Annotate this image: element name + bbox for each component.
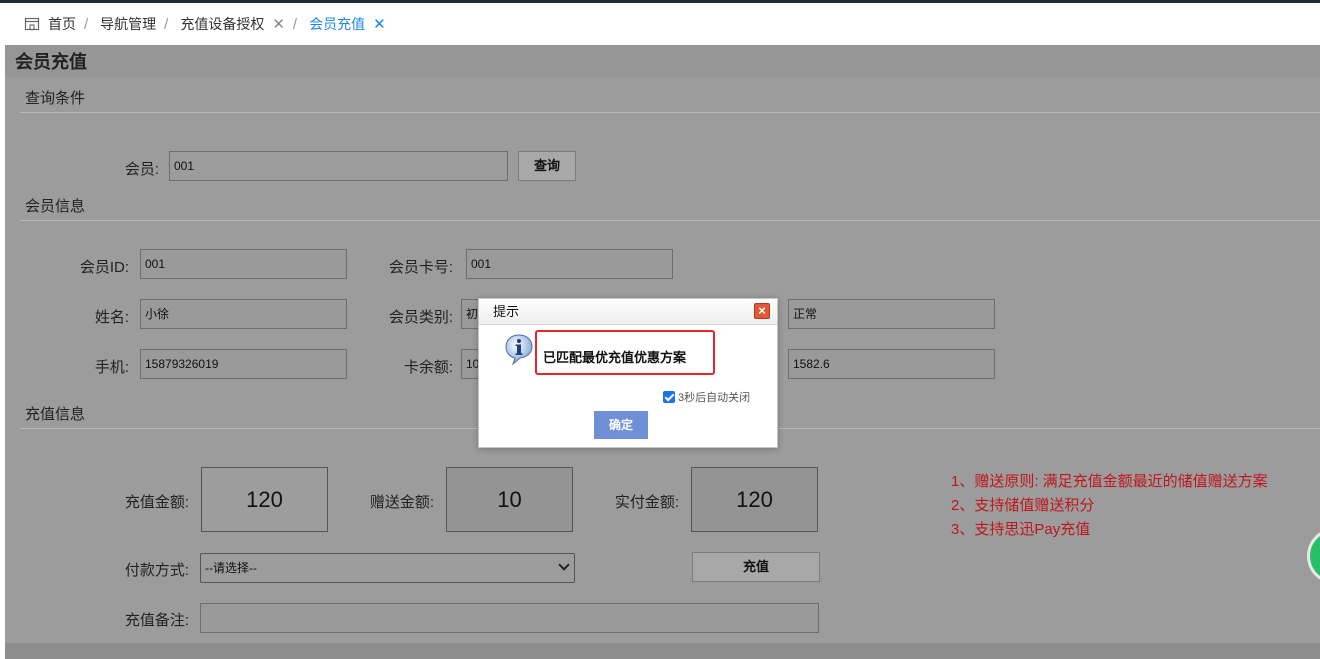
- breadcrumb-separator: /: [292, 15, 298, 33]
- breadcrumb-nav-management[interactable]: 导航管理: [100, 14, 156, 34]
- close-icon[interactable]: ✕: [272, 15, 285, 33]
- bonus-amount-label: 赠送金额:: [369, 494, 434, 511]
- breadcrumb-device-auth[interactable]: 充值设备授权 ✕: [180, 14, 285, 34]
- home-icon[interactable]: [24, 16, 40, 32]
- recharge-button[interactable]: 充值: [692, 552, 820, 582]
- member-card-field[interactable]: 001: [466, 249, 673, 279]
- breadcrumb-separator: /: [84, 15, 89, 33]
- divider: [20, 220, 1320, 221]
- recharge-amount-input[interactable]: 120: [201, 467, 328, 532]
- breadcrumb-device-auth-label[interactable]: 充值设备授权: [180, 14, 264, 34]
- payment-method-selected: --请选择--: [205, 561, 257, 575]
- chevron-down-icon: [558, 559, 570, 571]
- breadcrumb: 首页 / 导航管理 / 充值设备授权 ✕ / 会员充值 ✕: [0, 3, 1320, 45]
- section-recharge-heading: 充值信息: [25, 406, 86, 423]
- dialog-header: 提示 ×: [479, 299, 777, 325]
- member-id-field[interactable]: 001: [140, 249, 347, 279]
- highlight-annotation: [535, 330, 715, 375]
- auto-close-checkbox[interactable]: [663, 391, 675, 403]
- name-field[interactable]: 小徐: [140, 299, 347, 329]
- note-line-1: 1、赠送原则: 满足充值金额最近的储值赠送方案: [951, 473, 1268, 490]
- info-icon: [505, 334, 533, 365]
- dialog-title: 提示: [493, 304, 520, 319]
- breadcrumb-member-recharge[interactable]: 会员充值 ✕: [309, 14, 386, 34]
- member-status-field[interactable]: 正常: [788, 299, 995, 329]
- close-icon[interactable]: ×: [754, 303, 770, 319]
- member-id-label: 会员ID:: [79, 259, 129, 276]
- member-type-label: 会员类别:: [388, 309, 453, 326]
- recharge-remark-input[interactable]: [200, 603, 819, 633]
- member-card-label: 会员卡号:: [388, 259, 453, 276]
- section-member-info-heading: 会员信息: [25, 198, 86, 215]
- breadcrumb-member-recharge-label[interactable]: 会员充值: [309, 14, 365, 34]
- payment-method-select[interactable]: --请选择--: [200, 553, 575, 583]
- paid-amount-label: 实付金额:: [614, 494, 679, 511]
- points-field[interactable]: 1582.6: [788, 349, 995, 379]
- ok-button[interactable]: 确定: [594, 411, 648, 439]
- note-line-2: 2、支持储值赠送积分: [951, 497, 1095, 514]
- breadcrumb-separator: /: [164, 15, 169, 33]
- recharge-amount-label: 充值金额:: [124, 494, 189, 511]
- page-title: 会员充值: [5, 45, 1320, 77]
- card-balance-label: 卡余额:: [403, 359, 453, 376]
- bottom-edge: [5, 643, 1320, 659]
- close-icon[interactable]: ✕: [373, 15, 386, 33]
- name-label: 姓名:: [94, 309, 129, 326]
- paid-amount-field: 120: [691, 467, 818, 532]
- recharge-remark-label: 充值备注:: [124, 612, 189, 629]
- auto-close-option[interactable]: 3秒后自动关闭: [663, 389, 750, 405]
- payment-method-label: 付款方式:: [124, 562, 189, 579]
- phone-label: 手机:: [94, 359, 129, 376]
- prompt-dialog: 提示 × 已匹配最优充值优惠方案 3秒后自动关闭 确定: [478, 298, 778, 448]
- divider: [20, 112, 1320, 113]
- phone-field[interactable]: 15879326019: [140, 349, 347, 379]
- note-line-3: 3、支持思迅Pay充值: [951, 521, 1091, 538]
- bonus-amount-field: 10: [446, 467, 573, 532]
- breadcrumb-home[interactable]: 首页: [48, 14, 76, 34]
- search-button[interactable]: 查询: [518, 151, 576, 181]
- member-label: 会员:: [124, 161, 159, 178]
- auto-close-label: 3秒后自动关闭: [678, 392, 751, 404]
- section-query-heading: 查询条件: [25, 90, 86, 107]
- member-search-input[interactable]: 001: [169, 151, 508, 181]
